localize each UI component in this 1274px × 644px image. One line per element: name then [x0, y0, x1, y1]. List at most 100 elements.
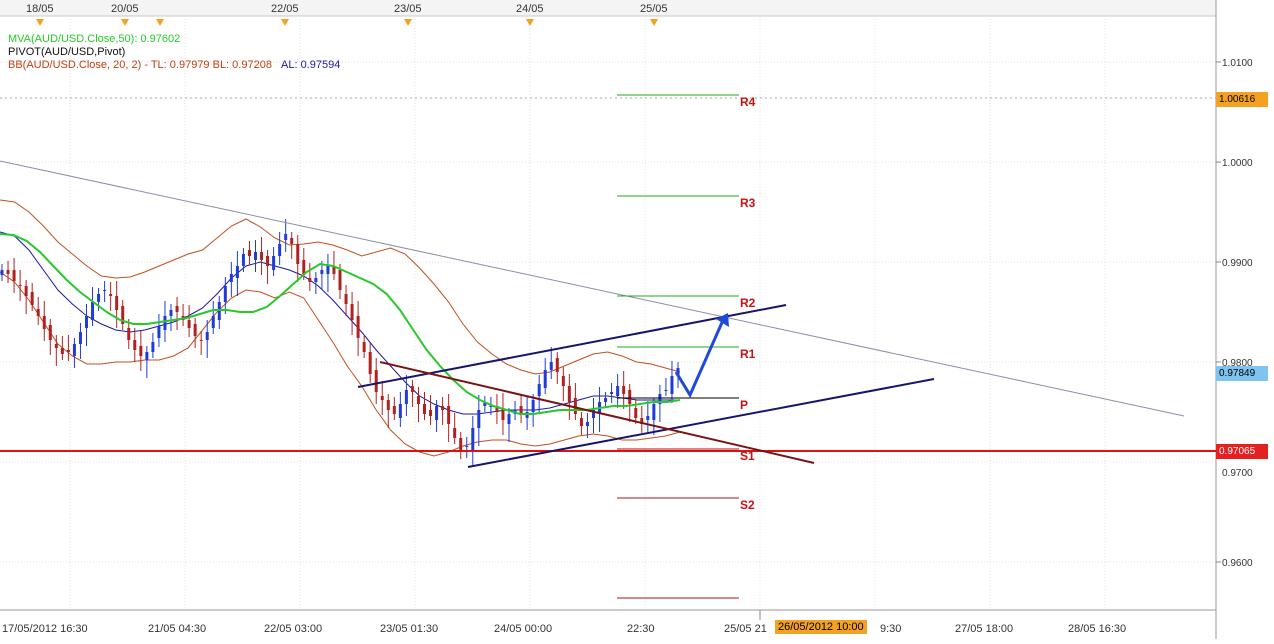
candle-body — [115, 296, 119, 310]
legend-bb-text: BB(AUD/USD.Close, 20, 2) - TL: 0.97979 B… — [8, 59, 272, 71]
top-date-label: 23/05 — [394, 3, 422, 15]
candle-body — [543, 370, 547, 388]
candle-body — [278, 244, 282, 256]
price-tick-label: 0.9600 — [1222, 558, 1253, 569]
crosshair-time-tag: 26/05/2012 10:00 — [775, 620, 867, 634]
candle-body — [453, 428, 457, 438]
candle-body — [344, 294, 348, 304]
candle-body — [410, 386, 414, 392]
candle-body — [380, 396, 384, 400]
candle-body — [290, 238, 294, 244]
candle-body — [549, 362, 553, 370]
candle-body — [398, 404, 402, 418]
candle-body — [97, 294, 101, 302]
candle-body — [368, 352, 372, 374]
candle-body — [85, 316, 88, 328]
candle-body — [326, 266, 330, 274]
candle-body — [229, 274, 233, 282]
top-date-label: 25/05 — [640, 3, 668, 15]
legend-ma-text: MVA(AUD/USD.Close,50): 0.97602 — [8, 33, 181, 45]
candle-body — [48, 325, 52, 340]
candle-body — [465, 446, 469, 447]
top-date-strip — [0, 0, 1216, 16]
candle-body — [12, 270, 16, 281]
crosshair-time-text: 26/05/2012 10:00 — [778, 621, 864, 633]
time-axis-label: 28/05 16:30 — [1068, 623, 1126, 635]
price-tag-last: 0.97849 — [1216, 366, 1268, 381]
legend-pivot-text: PIVOT(AUD/USD,Pivot) — [8, 46, 126, 58]
candle-body — [247, 250, 251, 256]
time-axis-label: 17/05/2012 16:30 — [2, 623, 88, 635]
candle-body — [477, 410, 481, 428]
pivot-label-p: P — [740, 398, 748, 412]
candle-body — [157, 326, 161, 338]
time-axis-label: 24/05 00:00 — [494, 623, 552, 635]
time-axis-label: 9:30 — [880, 623, 901, 635]
candle-body — [266, 256, 270, 266]
time-axis-label: 25/05 21 — [724, 623, 767, 635]
candle-body — [447, 406, 451, 424]
price-tag-last-text: 0.97849 — [1219, 368, 1256, 379]
candle-body — [314, 278, 318, 282]
pivot-label-r3: R3 — [740, 196, 756, 210]
candle-body — [555, 358, 559, 372]
legend-ma: MVA(AUD/USD.Close,50): 0.97602 — [8, 33, 180, 45]
time-axis-label: 22:30 — [627, 623, 655, 635]
candle-body — [670, 376, 674, 394]
candle-body — [18, 285, 22, 286]
time-axis-label: 21/05 04:30 — [148, 623, 206, 635]
background — [0, 0, 1274, 639]
candle-body — [537, 384, 541, 396]
candle-body — [42, 316, 46, 329]
candle-body — [145, 352, 149, 360]
price-tick-label: 0.9900 — [1222, 258, 1253, 269]
candle-body — [567, 386, 571, 402]
candle-body — [423, 404, 426, 414]
candle-body — [561, 376, 565, 386]
candle-body — [616, 386, 620, 396]
candle-body — [78, 332, 82, 344]
candle-body — [205, 332, 209, 340]
price-tag-support: 0.97065 — [1216, 444, 1268, 459]
candle-body — [211, 316, 215, 328]
candle-body — [507, 414, 511, 424]
candle-body — [622, 386, 626, 394]
pivot-label-s2: S2 — [740, 498, 755, 512]
top-date-label: 18/05 — [26, 3, 54, 15]
pivot-label-r1: R1 — [740, 347, 756, 361]
price-tag-support-text: 0.97065 — [1219, 446, 1256, 457]
candle-body — [386, 400, 390, 410]
candle-body — [664, 390, 668, 391]
candle-body — [72, 344, 76, 356]
pivot-label-s1: S1 — [740, 449, 755, 463]
candle-body — [36, 309, 40, 316]
candle-body — [284, 234, 288, 240]
candle-body — [54, 344, 58, 348]
candle-body — [459, 438, 463, 450]
candle-body — [392, 406, 396, 414]
candle-body — [254, 252, 257, 260]
candle-body — [338, 270, 342, 290]
legend-bb: BB(AUD/USD.Close, 20, 2) - TL: 0.97979 B… — [8, 59, 340, 71]
candle-body — [66, 350, 70, 352]
candle-body — [374, 370, 378, 392]
candle-body — [350, 304, 354, 320]
top-date-label: 22/05 — [271, 3, 299, 15]
price-tick-label: 1.0000 — [1222, 158, 1253, 169]
top-date-label: 20/05 — [111, 3, 139, 15]
candle-body — [187, 320, 191, 328]
candle-body — [356, 316, 360, 338]
candle-body — [133, 340, 137, 350]
candle-body — [585, 422, 589, 426]
candle-body — [260, 252, 264, 260]
candle-body — [441, 406, 445, 410]
candle-body — [573, 398, 577, 414]
candle-body — [416, 396, 420, 404]
candle-body — [579, 418, 583, 426]
candle-body — [6, 270, 10, 274]
candle-body — [604, 398, 608, 402]
candle-body — [531, 400, 535, 412]
pivot-label-r4: R4 — [740, 95, 756, 109]
chart[interactable]: 1.0100 1.0000 0.9900 0.9800 0.9600 0.9700 18/0… — [0, 0, 1274, 639]
candle-body — [193, 324, 197, 336]
